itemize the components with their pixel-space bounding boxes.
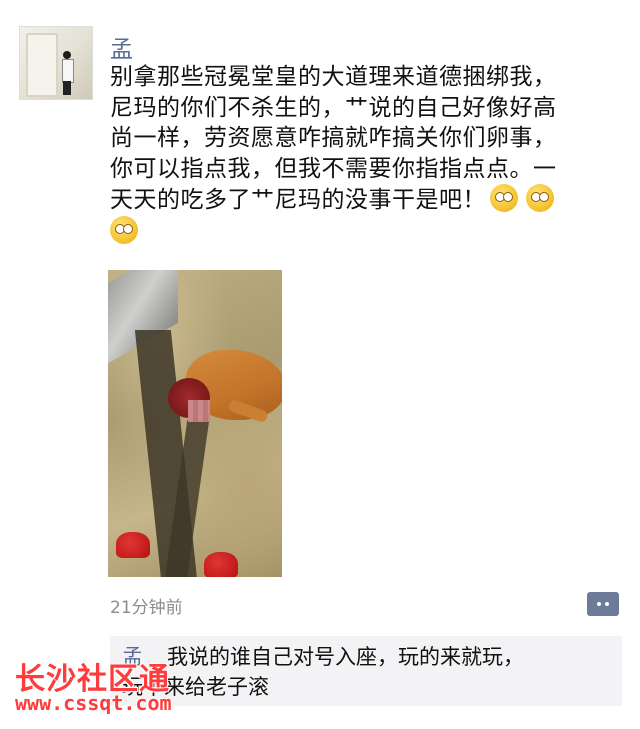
post-text: 别拿那些冠冕堂皇的大道理来道德捆绑我， 尼玛的你们不杀生的，艹说的自己好像好高 … bbox=[110, 62, 620, 247]
eye-roll-emoji-icon bbox=[490, 184, 518, 212]
avatar[interactable] bbox=[19, 26, 93, 100]
avatar-person-head bbox=[63, 51, 71, 59]
post-line: 别拿那些冠冕堂皇的大道理来道德捆绑我， bbox=[110, 64, 557, 90]
dot-icon bbox=[605, 602, 609, 606]
post-line: 尚一样，劳资愿意咋搞就咋搞关你们卵事， bbox=[110, 125, 557, 151]
eye-roll-emoji-icon bbox=[110, 215, 138, 244]
comment-item[interactable]: 孟我说的谁自己对号入座，玩的来就玩， 玩不来给老子滚 bbox=[122, 642, 622, 702]
photo-mosaic bbox=[188, 400, 210, 422]
dot-icon bbox=[597, 602, 601, 606]
photo-red-shoe bbox=[204, 552, 238, 577]
post-line: 天天的吃多了艹尼玛的没事干是吧！ bbox=[110, 187, 486, 213]
avatar-door-shape bbox=[26, 33, 58, 97]
post-timestamp: 21分钟前 bbox=[110, 598, 183, 618]
post-username[interactable]: 孟 bbox=[110, 30, 133, 64]
photo-red-shoe bbox=[116, 532, 150, 558]
post-photo[interactable] bbox=[108, 270, 282, 577]
avatar-person-body bbox=[62, 59, 74, 83]
watermark-url: www.cssqt.com bbox=[15, 691, 172, 715]
comment-area: 孟我说的谁自己对号入座，玩的来就玩， 玩不来给老子滚 bbox=[110, 636, 622, 706]
avatar-person-legs bbox=[63, 81, 71, 95]
eye-roll-emoji-icon bbox=[526, 184, 554, 212]
comment-menu-icon[interactable] bbox=[587, 592, 619, 616]
post-line-with-emoji: 天天的吃多了艹尼玛的没事干是吧！ bbox=[110, 184, 620, 216]
comment-text-line: 我说的谁自己对号入座，玩的来就玩， bbox=[167, 645, 524, 669]
post-emoji-line bbox=[110, 215, 620, 248]
post-line: 你可以指点我，但我不需要你指指点点。一 bbox=[110, 155, 557, 182]
post-line: 尼玛的你们不杀生的，艹说的自己好像好高 bbox=[110, 94, 557, 121]
